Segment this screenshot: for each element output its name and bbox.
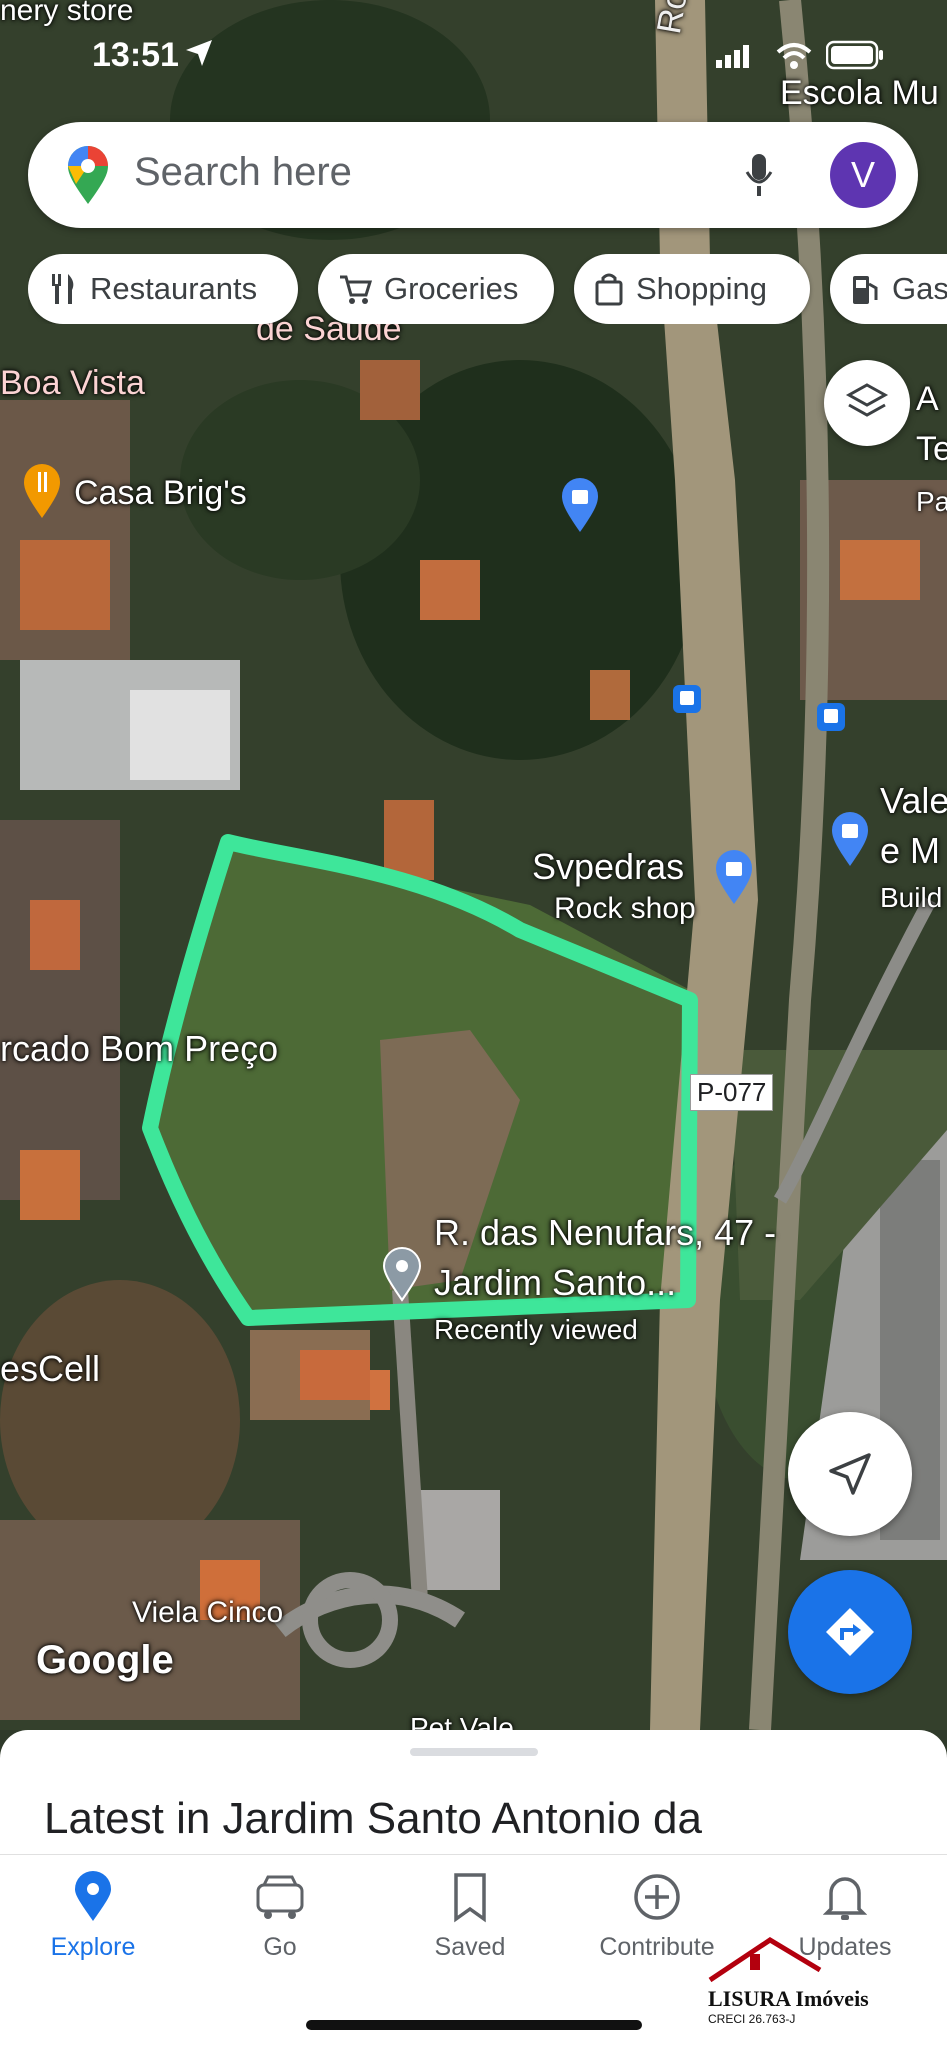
map-label-e-m[interactable]: e M: [880, 830, 940, 872]
google-logo: Google: [36, 1638, 174, 1682]
watermark-creci: CRECI 26.763-J: [708, 2012, 796, 2026]
map-label-build[interactable]: Build: [880, 882, 942, 914]
nav-saved[interactable]: Saved: [380, 1871, 560, 1962]
nav-label: Contribute: [599, 1933, 715, 1961]
layers-icon: [845, 383, 889, 417]
cart-icon: [340, 275, 372, 304]
wifi-icon: [776, 43, 812, 69]
chip-label: Shopping: [636, 271, 768, 306]
chip-groceries[interactable]: Groceries: [318, 254, 554, 324]
status-bar: 13:51: [0, 30, 947, 80]
sheet-title: Latest in Jardim Santo Antonio da: [44, 1794, 702, 1843]
fork-knife-icon: [52, 274, 74, 304]
my-location-button[interactable]: [788, 1412, 912, 1536]
map-label-boa-vista[interactable]: Boa Vista: [0, 364, 145, 403]
directions-icon: [826, 1608, 874, 1656]
nav-explore[interactable]: Explore: [3, 1871, 183, 1962]
explore-pin-icon: [75, 1871, 111, 1921]
nav-label: Explore: [50, 1933, 136, 1961]
watermark-logo: LISURA Imóveis CRECI 26.763-J: [700, 1930, 940, 2030]
google-maps-logo-icon: [68, 146, 108, 204]
chip-label: Groceries: [384, 271, 519, 306]
chip-shopping[interactable]: Shopping: [574, 254, 810, 324]
map-view[interactable]: 13:51 nery store Rod. Escola Mu de Saude…: [0, 0, 947, 1730]
map-label-vale[interactable]: Vale: [880, 780, 947, 822]
road-shield: P-077: [690, 1074, 774, 1111]
signal-icon: [716, 45, 749, 68]
search-input[interactable]: Search here: [134, 150, 352, 195]
map-label-pet-vale[interactable]: Pet Vale: [410, 1712, 514, 1730]
map-label-te[interactable]: Te: [916, 430, 947, 469]
chip-gas[interactable]: Gas: [830, 254, 947, 324]
map-label-casa-brigs[interactable]: Casa Brig's: [74, 474, 247, 513]
shop-pin-icon[interactable]: [560, 478, 600, 534]
address-line2[interactable]: Jardim Santo...: [434, 1262, 676, 1304]
chip-label: Restaurants: [90, 271, 258, 306]
avatar[interactable]: V: [830, 142, 896, 208]
nav-label: Go: [263, 1933, 297, 1961]
bell-icon: [823, 1877, 867, 1920]
sheet-handle[interactable]: [410, 1748, 538, 1756]
map-label-viela-cinco: Viela Cinco: [132, 1596, 284, 1629]
nav-go[interactable]: Go: [190, 1871, 370, 1962]
plus-circle-icon: [634, 1874, 680, 1920]
bookmark-icon: [454, 1873, 486, 1923]
map-label-school[interactable]: Escola Mu: [780, 74, 939, 113]
search-bar[interactable]: Search here V: [28, 122, 918, 228]
bus-stop-icon[interactable]: [816, 702, 846, 732]
shop-pin-icon[interactable]: [830, 812, 870, 868]
map-label-svpedras[interactable]: Svpedras: [532, 846, 684, 888]
chip-label: Gas: [892, 271, 947, 306]
location-arrow-icon: [186, 40, 212, 66]
home-indicator: [306, 2020, 642, 2030]
gas-pump-icon: [853, 276, 878, 304]
map-label-escell[interactable]: esCell: [0, 1348, 100, 1390]
status-time: 13:51: [92, 36, 179, 74]
car-icon: [256, 1875, 304, 1919]
bus-stop-icon[interactable]: [672, 684, 702, 714]
map-label-a[interactable]: A: [916, 380, 939, 419]
address-line1[interactable]: R. das Nenufars, 47 -: [434, 1212, 776, 1254]
recently-viewed-label: Recently viewed: [434, 1314, 638, 1345]
layers-button[interactable]: [824, 360, 910, 446]
map-label-mercado[interactable]: rcado Bom Preço: [0, 1028, 278, 1070]
shopping-bag-icon: [595, 273, 623, 306]
map-label-store[interactable]: nery store: [0, 0, 133, 28]
nav-label: Saved: [434, 1933, 506, 1961]
directions-button[interactable]: [788, 1570, 912, 1694]
shop-pin-icon[interactable]: [714, 850, 754, 906]
restaurant-pin-icon[interactable]: [22, 464, 62, 520]
map-label-rock-shop[interactable]: Rock shop: [554, 892, 696, 926]
navigation-arrow-icon: [829, 1453, 871, 1495]
battery-icon: [826, 40, 883, 70]
recent-place-pin-icon[interactable]: [380, 1246, 424, 1302]
watermark-brand: LISURA Imóveis: [708, 1986, 869, 2011]
microphone-icon[interactable]: [744, 152, 774, 198]
map-label-pa[interactable]: Pa: [916, 486, 947, 518]
chip-restaurants[interactable]: Restaurants: [28, 254, 298, 324]
category-chips: Restaurants Groceries Shopping Gas: [28, 254, 947, 324]
